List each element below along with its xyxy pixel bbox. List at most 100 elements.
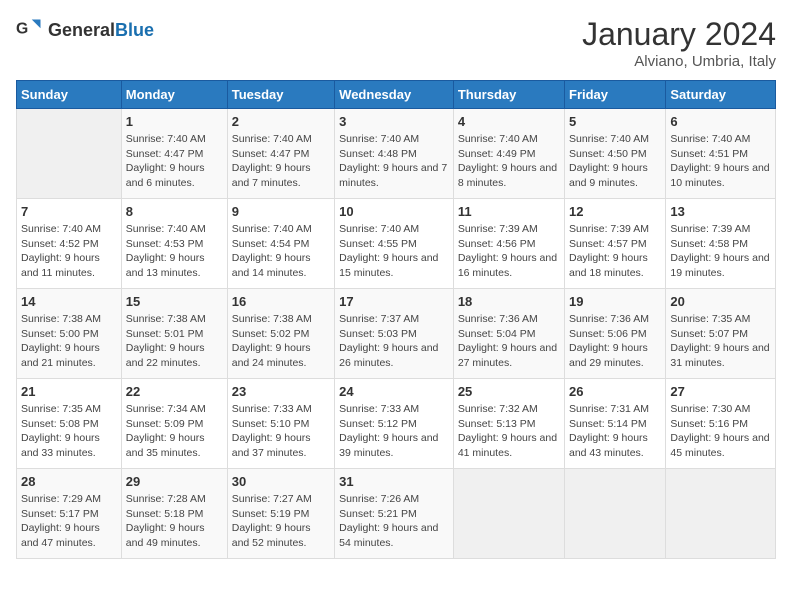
calendar-cell xyxy=(666,469,776,559)
calendar-week-row: 28 Sunrise: 7:29 AM Sunset: 5:17 PM Dayl… xyxy=(17,469,776,559)
day-number: 26 xyxy=(569,384,661,399)
day-info: Sunrise: 7:40 AM Sunset: 4:52 PM Dayligh… xyxy=(21,222,117,281)
day-info: Sunrise: 7:28 AM Sunset: 5:18 PM Dayligh… xyxy=(126,492,223,551)
weekday-header-sunday: Sunday xyxy=(17,81,122,109)
calendar-cell: 14 Sunrise: 7:38 AM Sunset: 5:00 PM Dayl… xyxy=(17,289,122,379)
day-number: 31 xyxy=(339,474,449,489)
day-number: 30 xyxy=(232,474,330,489)
weekday-header-wednesday: Wednesday xyxy=(335,81,454,109)
day-info: Sunrise: 7:36 AM Sunset: 5:04 PM Dayligh… xyxy=(458,312,560,371)
calendar-cell: 23 Sunrise: 7:33 AM Sunset: 5:10 PM Dayl… xyxy=(227,379,334,469)
day-info: Sunrise: 7:40 AM Sunset: 4:49 PM Dayligh… xyxy=(458,132,560,191)
calendar-cell: 26 Sunrise: 7:31 AM Sunset: 5:14 PM Dayl… xyxy=(565,379,666,469)
day-info: Sunrise: 7:40 AM Sunset: 4:47 PM Dayligh… xyxy=(126,132,223,191)
calendar-cell: 24 Sunrise: 7:33 AM Sunset: 5:12 PM Dayl… xyxy=(335,379,454,469)
calendar-cell: 11 Sunrise: 7:39 AM Sunset: 4:56 PM Dayl… xyxy=(453,199,564,289)
day-info: Sunrise: 7:35 AM Sunset: 5:07 PM Dayligh… xyxy=(670,312,771,371)
calendar-cell: 28 Sunrise: 7:29 AM Sunset: 5:17 PM Dayl… xyxy=(17,469,122,559)
calendar-cell: 27 Sunrise: 7:30 AM Sunset: 5:16 PM Dayl… xyxy=(666,379,776,469)
day-info: Sunrise: 7:38 AM Sunset: 5:00 PM Dayligh… xyxy=(21,312,117,371)
day-number: 5 xyxy=(569,114,661,129)
day-info: Sunrise: 7:40 AM Sunset: 4:53 PM Dayligh… xyxy=(126,222,223,281)
weekday-header-saturday: Saturday xyxy=(666,81,776,109)
day-info: Sunrise: 7:31 AM Sunset: 5:14 PM Dayligh… xyxy=(569,402,661,461)
logo-blue: Blue xyxy=(115,20,154,40)
logo: G GeneralBlue xyxy=(16,16,154,44)
day-number: 12 xyxy=(569,204,661,219)
day-info: Sunrise: 7:40 AM Sunset: 4:51 PM Dayligh… xyxy=(670,132,771,191)
calendar-cell xyxy=(17,109,122,199)
weekday-header-thursday: Thursday xyxy=(453,81,564,109)
calendar-cell: 30 Sunrise: 7:27 AM Sunset: 5:19 PM Dayl… xyxy=(227,469,334,559)
day-info: Sunrise: 7:33 AM Sunset: 5:12 PM Dayligh… xyxy=(339,402,449,461)
day-info: Sunrise: 7:40 AM Sunset: 4:55 PM Dayligh… xyxy=(339,222,449,281)
day-info: Sunrise: 7:39 AM Sunset: 4:58 PM Dayligh… xyxy=(670,222,771,281)
title-block: January 2024 Alviano, Umbria, Italy xyxy=(582,16,776,70)
day-info: Sunrise: 7:27 AM Sunset: 5:19 PM Dayligh… xyxy=(232,492,330,551)
day-info: Sunrise: 7:30 AM Sunset: 5:16 PM Dayligh… xyxy=(670,402,771,461)
day-number: 19 xyxy=(569,294,661,309)
day-info: Sunrise: 7:40 AM Sunset: 4:48 PM Dayligh… xyxy=(339,132,449,191)
calendar-header-row: SundayMondayTuesdayWednesdayThursdayFrid… xyxy=(17,81,776,109)
day-number: 14 xyxy=(21,294,117,309)
day-number: 9 xyxy=(232,204,330,219)
day-number: 17 xyxy=(339,294,449,309)
calendar-week-row: 1 Sunrise: 7:40 AM Sunset: 4:47 PM Dayli… xyxy=(17,109,776,199)
calendar-cell: 16 Sunrise: 7:38 AM Sunset: 5:02 PM Dayl… xyxy=(227,289,334,379)
page-header: G GeneralBlue January 2024 Alviano, Umbr… xyxy=(16,16,776,70)
day-info: Sunrise: 7:26 AM Sunset: 5:21 PM Dayligh… xyxy=(339,492,449,551)
calendar-cell: 12 Sunrise: 7:39 AM Sunset: 4:57 PM Dayl… xyxy=(565,199,666,289)
day-info: Sunrise: 7:37 AM Sunset: 5:03 PM Dayligh… xyxy=(339,312,449,371)
calendar-cell: 13 Sunrise: 7:39 AM Sunset: 4:58 PM Dayl… xyxy=(666,199,776,289)
calendar-cell: 1 Sunrise: 7:40 AM Sunset: 4:47 PM Dayli… xyxy=(121,109,227,199)
day-number: 18 xyxy=(458,294,560,309)
calendar-cell: 5 Sunrise: 7:40 AM Sunset: 4:50 PM Dayli… xyxy=(565,109,666,199)
calendar-cell: 7 Sunrise: 7:40 AM Sunset: 4:52 PM Dayli… xyxy=(17,199,122,289)
day-info: Sunrise: 7:38 AM Sunset: 5:01 PM Dayligh… xyxy=(126,312,223,371)
calendar-cell: 4 Sunrise: 7:40 AM Sunset: 4:49 PM Dayli… xyxy=(453,109,564,199)
day-info: Sunrise: 7:34 AM Sunset: 5:09 PM Dayligh… xyxy=(126,402,223,461)
day-number: 16 xyxy=(232,294,330,309)
calendar-cell: 25 Sunrise: 7:32 AM Sunset: 5:13 PM Dayl… xyxy=(453,379,564,469)
calendar-cell: 21 Sunrise: 7:35 AM Sunset: 5:08 PM Dayl… xyxy=(17,379,122,469)
day-number: 22 xyxy=(126,384,223,399)
day-number: 20 xyxy=(670,294,771,309)
day-number: 13 xyxy=(670,204,771,219)
day-number: 6 xyxy=(670,114,771,129)
day-info: Sunrise: 7:40 AM Sunset: 4:50 PM Dayligh… xyxy=(569,132,661,191)
page-title: January 2024 xyxy=(582,16,776,53)
day-number: 23 xyxy=(232,384,330,399)
calendar-week-row: 7 Sunrise: 7:40 AM Sunset: 4:52 PM Dayli… xyxy=(17,199,776,289)
day-number: 24 xyxy=(339,384,449,399)
day-number: 25 xyxy=(458,384,560,399)
day-info: Sunrise: 7:40 AM Sunset: 4:47 PM Dayligh… xyxy=(232,132,330,191)
calendar-cell: 2 Sunrise: 7:40 AM Sunset: 4:47 PM Dayli… xyxy=(227,109,334,199)
calendar-cell: 10 Sunrise: 7:40 AM Sunset: 4:55 PM Dayl… xyxy=(335,199,454,289)
day-number: 3 xyxy=(339,114,449,129)
logo-icon: G xyxy=(16,16,44,44)
day-number: 8 xyxy=(126,204,223,219)
calendar-cell: 17 Sunrise: 7:37 AM Sunset: 5:03 PM Dayl… xyxy=(335,289,454,379)
day-number: 21 xyxy=(21,384,117,399)
calendar-cell: 29 Sunrise: 7:28 AM Sunset: 5:18 PM Dayl… xyxy=(121,469,227,559)
day-info: Sunrise: 7:40 AM Sunset: 4:54 PM Dayligh… xyxy=(232,222,330,281)
calendar-cell: 19 Sunrise: 7:36 AM Sunset: 5:06 PM Dayl… xyxy=(565,289,666,379)
calendar-table: SundayMondayTuesdayWednesdayThursdayFrid… xyxy=(16,80,776,559)
day-info: Sunrise: 7:29 AM Sunset: 5:17 PM Dayligh… xyxy=(21,492,117,551)
calendar-week-row: 21 Sunrise: 7:35 AM Sunset: 5:08 PM Dayl… xyxy=(17,379,776,469)
calendar-cell: 6 Sunrise: 7:40 AM Sunset: 4:51 PM Dayli… xyxy=(666,109,776,199)
calendar-cell: 9 Sunrise: 7:40 AM Sunset: 4:54 PM Dayli… xyxy=(227,199,334,289)
svg-text:G: G xyxy=(16,21,28,38)
day-number: 28 xyxy=(21,474,117,489)
day-number: 15 xyxy=(126,294,223,309)
calendar-body: 1 Sunrise: 7:40 AM Sunset: 4:47 PM Dayli… xyxy=(17,109,776,559)
calendar-cell: 20 Sunrise: 7:35 AM Sunset: 5:07 PM Dayl… xyxy=(666,289,776,379)
day-info: Sunrise: 7:39 AM Sunset: 4:57 PM Dayligh… xyxy=(569,222,661,281)
day-number: 11 xyxy=(458,204,560,219)
logo-general: General xyxy=(48,20,115,40)
weekday-header-monday: Monday xyxy=(121,81,227,109)
day-info: Sunrise: 7:33 AM Sunset: 5:10 PM Dayligh… xyxy=(232,402,330,461)
day-info: Sunrise: 7:38 AM Sunset: 5:02 PM Dayligh… xyxy=(232,312,330,371)
weekday-header-friday: Friday xyxy=(565,81,666,109)
calendar-cell: 31 Sunrise: 7:26 AM Sunset: 5:21 PM Dayl… xyxy=(335,469,454,559)
